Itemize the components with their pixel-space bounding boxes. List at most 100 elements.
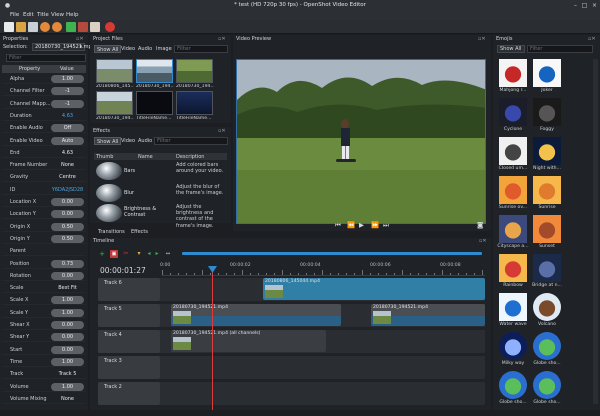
- choose-profile-icon[interactable]: [78, 22, 88, 32]
- tab-effects[interactable]: Effects: [128, 228, 151, 236]
- next-marker-icon[interactable]: ▸: [153, 250, 161, 258]
- dock-buttons-icon[interactable]: ▫✕: [588, 36, 596, 42]
- tab-video[interactable]: Video: [119, 45, 137, 53]
- property-row[interactable]: Gravity Centre: [2, 172, 86, 183]
- property-value[interactable]: None: [51, 395, 84, 403]
- property-value[interactable]: None: [51, 161, 84, 169]
- property-row[interactable]: ID Y6DA2JSD28: [2, 185, 86, 195]
- emoji-bridge-at-n-icon[interactable]: [533, 254, 561, 282]
- fast-forward-icon[interactable]: ⏩: [371, 221, 379, 229]
- file-thumbnail[interactable]: [136, 91, 173, 115]
- property-row[interactable]: Duration 4.63: [2, 111, 86, 121]
- properties-filter-input[interactable]: Filter: [6, 54, 86, 62]
- emoji-mahjong-r-icon[interactable]: [499, 59, 527, 87]
- emoji-closed-um-icon[interactable]: [499, 137, 527, 165]
- emoji-globe-sho-icon[interactable]: [533, 371, 561, 399]
- property-row[interactable]: Enable Audio Off: [2, 123, 86, 134]
- property-value[interactable]: 0.73: [51, 259, 84, 268]
- minimize-button[interactable]: –: [571, 1, 580, 10]
- property-value[interactable]: 1.00: [51, 75, 84, 83]
- effect-row-brightness[interactable]: Brightness & Contrast Adjust the brightn…: [94, 203, 227, 229]
- property-value[interactable]: 1.00: [51, 357, 84, 366]
- property-row[interactable]: End 4.63: [2, 148, 86, 158]
- emoji-joker-icon[interactable]: [533, 59, 561, 87]
- property-row[interactable]: Origin X 0.50: [2, 222, 86, 232]
- property-row[interactable]: Frame Number None: [2, 160, 86, 171]
- property-value[interactable]: [51, 247, 84, 255]
- file-thumbnail[interactable]: [176, 91, 213, 115]
- snap-icon[interactable]: ▣: [110, 250, 118, 258]
- dock-buttons-icon[interactable]: ▫✕: [478, 36, 486, 42]
- timeline-clip[interactable]: 20180730_194521.mp4 (all channels): [171, 330, 326, 352]
- file-thumbnail[interactable]: [136, 59, 173, 83]
- property-value[interactable]: -1: [51, 99, 84, 108]
- jump-start-icon[interactable]: ⏮: [335, 221, 341, 230]
- tab-video[interactable]: Video: [119, 137, 137, 145]
- zoom-slider[interactable]: [182, 252, 482, 255]
- emoji-sunrise-icon[interactable]: [533, 176, 561, 204]
- property-value[interactable]: 4.63: [51, 149, 84, 157]
- track-row[interactable]: Track 5 20180730_194521.mp4 20180730_19452…: [98, 304, 485, 327]
- tab-audio[interactable]: Audio: [136, 45, 154, 53]
- dock-buttons-icon[interactable]: ▫✕: [218, 36, 226, 42]
- track-row[interactable]: Track 3: [98, 356, 485, 379]
- add-marker-icon[interactable]: ▾: [135, 250, 143, 258]
- open-project-icon[interactable]: [16, 22, 26, 32]
- property-row[interactable]: Scale Y 1.00: [2, 308, 86, 318]
- file-thumbnail[interactable]: [96, 91, 133, 115]
- property-row[interactable]: Shear Y 0.00: [2, 332, 86, 343]
- track-label[interactable]: Track 4: [98, 330, 160, 353]
- property-value[interactable]: -1: [51, 87, 84, 96]
- save-project-icon[interactable]: [28, 22, 38, 32]
- property-row[interactable]: Rotation 0.00: [2, 271, 86, 281]
- property-value[interactable]: 0.00: [51, 321, 84, 329]
- jump-end-icon[interactable]: ⏭: [383, 221, 389, 230]
- property-row[interactable]: Parent: [2, 246, 86, 257]
- track-row[interactable]: Track 6 20180806_145044.mp4: [98, 278, 485, 301]
- razor-icon[interactable]: ✂: [122, 250, 130, 258]
- emoji-globe-sho-icon[interactable]: [499, 371, 527, 399]
- export-video-icon[interactable]: [105, 22, 115, 32]
- effect-row-bars[interactable]: Bars Add colored bars around your video.: [94, 161, 227, 183]
- tab-show-all[interactable]: Show All: [94, 45, 122, 53]
- dock-buttons-icon[interactable]: ▫✕: [218, 128, 226, 134]
- project-files-filter-input[interactable]: Filter: [174, 45, 228, 53]
- menu-help[interactable]: Help: [66, 12, 79, 18]
- emoji-milky-way-icon[interactable]: [499, 332, 527, 360]
- property-row[interactable]: Channel Mapp... -1: [2, 99, 86, 109]
- menu-file[interactable]: File: [10, 12, 19, 18]
- emoji-water-wave-icon[interactable]: [499, 293, 527, 321]
- timeline-clip[interactable]: 20180806_145044.mp4: [263, 278, 485, 300]
- property-row[interactable]: Volume 1.00: [2, 382, 86, 392]
- property-row[interactable]: Location Y 0.00: [2, 209, 86, 220]
- property-value[interactable]: Y6DA2JSD28: [51, 186, 84, 194]
- undo-icon[interactable]: [40, 22, 50, 32]
- dock-buttons-icon[interactable]: ▫✕: [76, 36, 84, 42]
- file-thumbnail[interactable]: [176, 59, 213, 83]
- property-value[interactable]: 0.00: [51, 271, 84, 280]
- menu-edit[interactable]: Edit: [23, 12, 34, 18]
- property-value[interactable]: 0.50: [51, 234, 84, 243]
- property-value[interactable]: 0.00: [51, 198, 84, 206]
- maximize-button[interactable]: □: [580, 1, 589, 10]
- property-value[interactable]: Centre: [51, 173, 84, 181]
- property-value[interactable]: 0.00: [51, 345, 84, 354]
- property-value[interactable]: 4.63: [51, 112, 84, 120]
- property-row[interactable]: Track Track 5: [2, 369, 86, 380]
- property-value[interactable]: Best Fit: [51, 284, 84, 292]
- effect-row-blur[interactable]: Blur Adjust the blur of the frame's imag…: [94, 183, 227, 205]
- file-thumbnail[interactable]: [96, 59, 133, 83]
- emoji-rainbow-icon[interactable]: [499, 254, 527, 282]
- video-frame[interactable]: [236, 59, 486, 224]
- property-row[interactable]: Scale X 1.00: [2, 295, 86, 306]
- property-value[interactable]: 1.00: [51, 296, 84, 305]
- emoji-sunset-icon[interactable]: [533, 215, 561, 243]
- property-value[interactable]: 0.00: [51, 333, 84, 342]
- property-row[interactable]: Time 1.00: [2, 357, 86, 367]
- property-row[interactable]: Start 0.00: [2, 345, 86, 355]
- property-row[interactable]: Volume Mixing None: [2, 394, 86, 404]
- property-value[interactable]: Auto: [51, 136, 84, 145]
- tab-image[interactable]: Image: [154, 45, 174, 53]
- property-value[interactable]: 1.00: [51, 382, 84, 391]
- property-row[interactable]: Position 0.73: [2, 259, 86, 269]
